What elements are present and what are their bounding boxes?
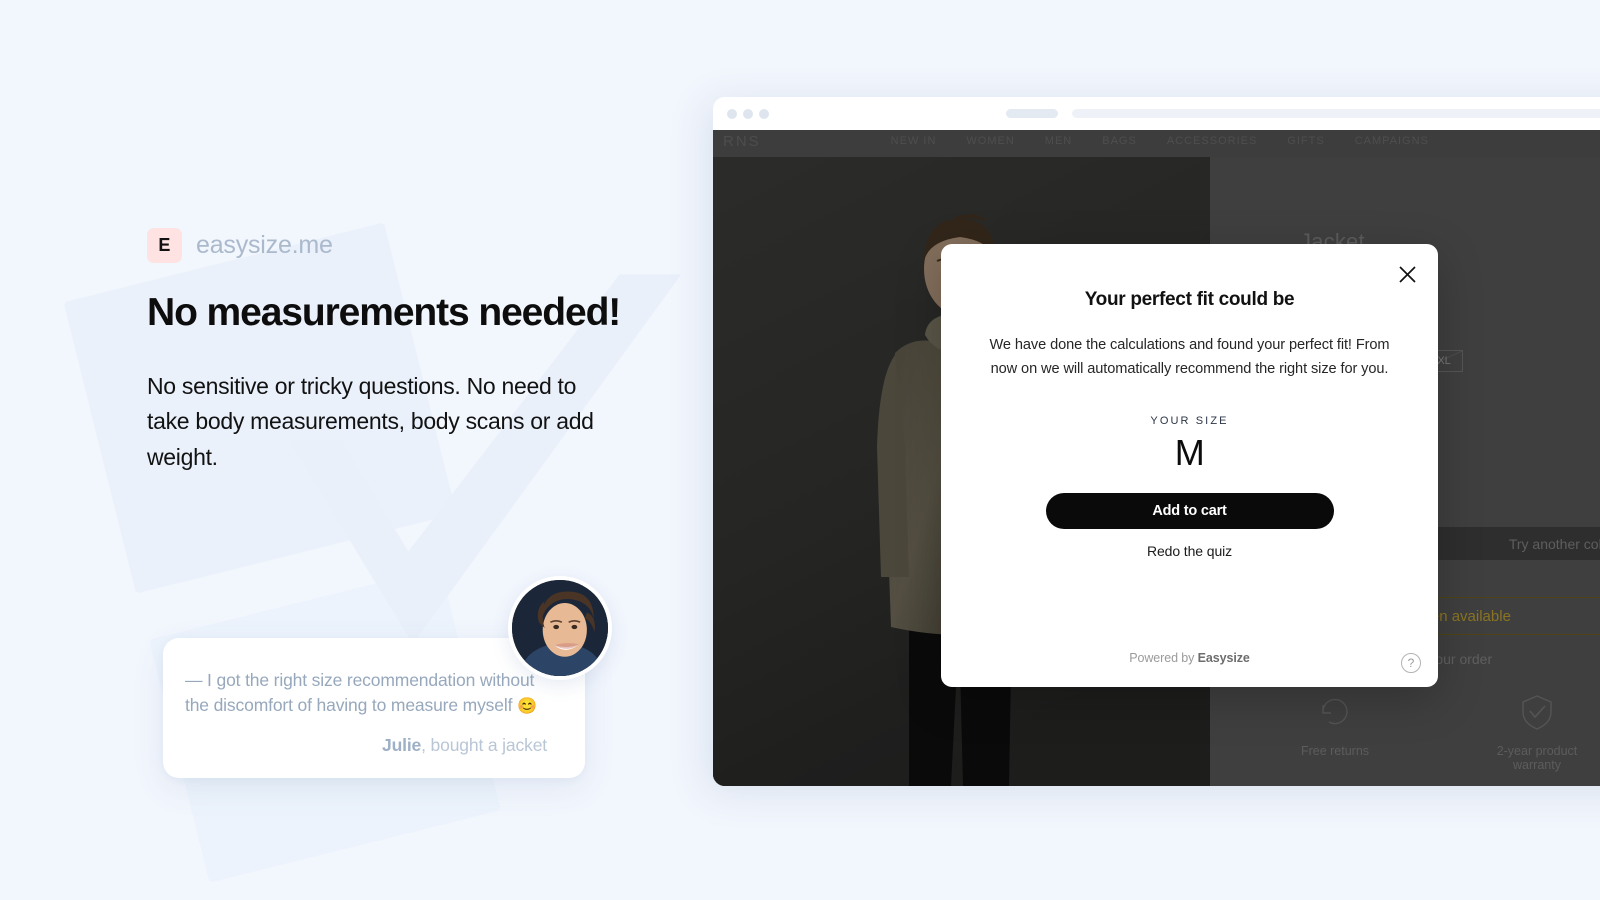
browser-chrome-bar <box>713 97 1600 130</box>
add-to-cart-button[interactable]: Add to cart <box>1045 493 1334 530</box>
testimonial-quote: — I got the right size recommendation wi… <box>185 668 551 719</box>
badge-warranty: 2-year product warranty <box>1472 692 1600 772</box>
modal-body-text: We have done the calculations and found … <box>989 337 1390 377</box>
window-minimize-dot[interactable] <box>743 108 753 119</box>
testimonial-attribution: Julie, bought a jacket <box>185 735 551 756</box>
powered-by-brand: Easysize <box>1197 651 1250 665</box>
testimonial-author: Julie <box>381 734 422 755</box>
modal-footer: Powered by Easysize <box>941 651 1438 665</box>
brand-lockup: E easysize.me <box>147 228 667 263</box>
nav-item-bags[interactable]: BAGS <box>1102 135 1137 147</box>
avatar <box>508 576 612 680</box>
testimonial-author-detail: , bought a jacket <box>421 734 547 755</box>
window-close-dot[interactable] <box>727 108 737 119</box>
testimonial-quote-text: — I got the right size recommendation wi… <box>185 670 535 715</box>
shield-check-icon <box>1522 695 1552 730</box>
recommended-size-value: M <box>1174 432 1205 474</box>
trust-badges: Free returns 2-year product warranty <box>1270 692 1600 772</box>
nav-item-men[interactable]: MEN <box>1045 135 1072 147</box>
window-maximize-dot[interactable] <box>759 108 769 119</box>
help-icon[interactable]: ? <box>1401 653 1421 673</box>
nav-item-gifts[interactable]: GIFTS <box>1287 135 1324 147</box>
return-arrow-icon <box>1322 698 1348 725</box>
badge-warranty-label: 2-year product warranty <box>1496 744 1578 772</box>
your-size-label: YOUR SIZE <box>1150 415 1229 428</box>
site-logo[interactable]: RNS <box>723 133 761 150</box>
hero-column: E easysize.me No measurements needed! No… <box>147 228 667 476</box>
site-navigation: RNS NEW IN WOMEN MEN BAGS ACCESSORIES GI… <box>713 130 1600 152</box>
page-root: E easysize.me No measurements needed! No… <box>0 0 1600 900</box>
size-recommendation-modal: Your perfect fit could be We have done t… <box>941 244 1438 687</box>
tab-stub[interactable] <box>1006 109 1058 118</box>
modal-title: Your perfect fit could be <box>1084 289 1295 310</box>
close-icon[interactable] <box>1393 260 1421 288</box>
address-bar[interactable] <box>1072 109 1600 118</box>
powered-by-prefix: Powered by <box>1129 651 1198 665</box>
nav-item-women[interactable]: WOMEN <box>966 135 1014 147</box>
redo-quiz-link[interactable]: Redo the quiz <box>941 543 1438 559</box>
brand-logo-badge: E <box>147 228 182 263</box>
nav-item-campaigns[interactable]: CAMPAIGNS <box>1355 135 1429 147</box>
nav-item-new-in[interactable]: NEW IN <box>891 135 937 147</box>
badge-free-returns: Free returns <box>1270 692 1400 758</box>
avatar-photo <box>512 580 608 676</box>
hero-subcopy: No sensitive or tricky questions. No nee… <box>147 372 594 470</box>
page-title: No measurements needed! <box>147 291 621 334</box>
brand-name: easysize.me <box>196 231 333 259</box>
nav-item-accessories[interactable]: ACCESSORIES <box>1167 135 1257 147</box>
badge-free-returns-label: Free returns <box>1300 744 1370 758</box>
powered-by-label: Powered by Easysize <box>1129 651 1250 665</box>
smiling-face-emoji: 😊 <box>517 697 537 715</box>
